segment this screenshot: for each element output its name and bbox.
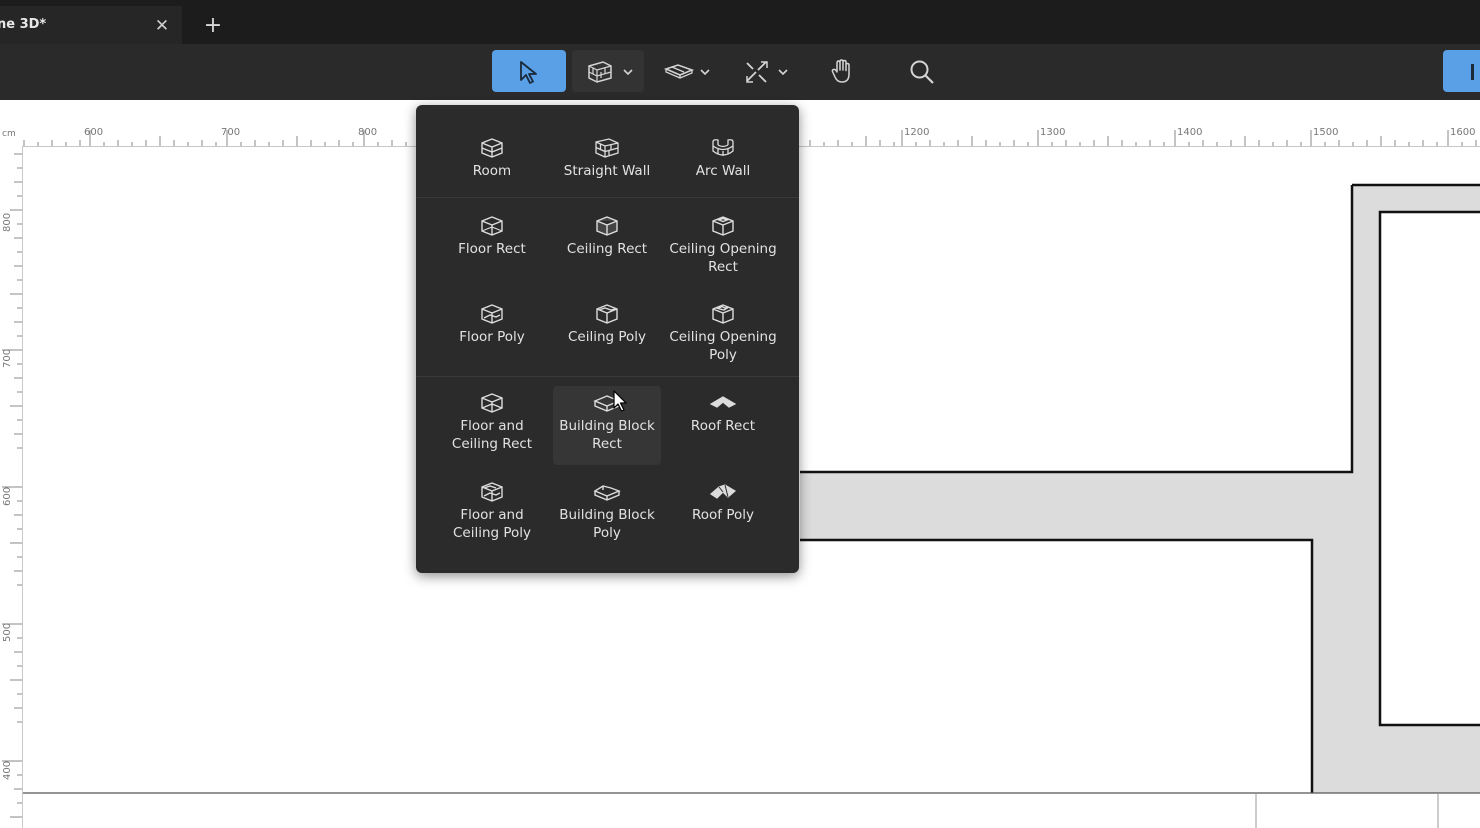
menu-item-ceiling-rect[interactable]: Ceiling Rect xyxy=(553,215,661,258)
menu-item-ceiling-poly[interactable]: Ceiling Poly xyxy=(553,303,661,346)
document-tab[interactable]: ne 3D* ✕ xyxy=(0,6,182,44)
building-block-poly-icon xyxy=(593,485,621,501)
ruler-label: 600 xyxy=(2,486,13,506)
menu-item-label: Ceiling Rect xyxy=(566,241,648,257)
arc-wall-icon xyxy=(712,139,734,156)
chevron-down-icon xyxy=(700,69,710,76)
menu-item-label: Straight Wall xyxy=(563,163,651,179)
floor-ceiling-poly-icon xyxy=(481,482,503,502)
menu-item-straight-wall[interactable]: Straight Wall xyxy=(553,137,661,180)
ceiling-rect-icon xyxy=(596,216,618,236)
menu-item-ceiling-opening-rect[interactable]: Ceiling Opening Rect xyxy=(669,215,777,276)
ruler-left: 800 700 600 500 400 xyxy=(0,146,23,828)
menu-item-building-block-poly[interactable]: Building Block Poly xyxy=(553,481,661,542)
menu-item-room[interactable]: Room xyxy=(438,137,546,180)
measure-icon xyxy=(746,61,768,83)
tab-title: ne 3D* xyxy=(0,17,47,32)
room-icon xyxy=(481,138,503,158)
chevron-down-icon xyxy=(623,69,633,76)
ruler-label: 1400 xyxy=(1177,127,1203,138)
wall-tool-button[interactable] xyxy=(572,50,644,92)
ruler-label: 700 xyxy=(221,127,241,138)
ruler-label: 700 xyxy=(2,348,13,368)
menu-item-label: Room xyxy=(472,163,512,179)
menu-item-arc-wall[interactable]: Arc Wall xyxy=(669,137,777,180)
menu-item-floor-ceiling-poly[interactable]: Floor and Ceiling Poly xyxy=(438,481,546,542)
menu-item-label: Floor Rect xyxy=(458,241,526,257)
menu-item-label: Roof Rect xyxy=(690,418,756,434)
menu-item-label: Roof Poly xyxy=(692,507,754,523)
menu-item-roof-poly[interactable]: Roof Poly xyxy=(669,481,777,524)
wall-icon xyxy=(588,61,612,83)
ruler-label: 400 xyxy=(2,760,13,780)
menu-item-ceiling-opening-poly[interactable]: Ceiling Opening Poly xyxy=(669,303,777,364)
ceiling-poly-icon xyxy=(596,304,618,324)
menu-item-floor-rect[interactable]: Floor Rect xyxy=(438,215,546,258)
toolbar xyxy=(0,44,1480,100)
menu-item-floor-poly[interactable]: Floor Poly xyxy=(438,303,546,346)
menu-item-label: Floor Poly xyxy=(459,329,525,345)
menu-item-label: Ceiling Opening Rect xyxy=(669,241,777,275)
ruler-label: 1200 xyxy=(904,127,930,138)
menu-separator xyxy=(416,376,799,377)
menu-item-label: Floor and Ceiling Rect xyxy=(451,418,533,452)
menu-separator xyxy=(416,197,799,198)
menu-item-building-block-rect[interactable]: Building Block Rect xyxy=(553,386,661,465)
chevron-down-icon xyxy=(778,69,788,76)
menu-item-floor-ceiling-rect[interactable]: Floor and Ceiling Rect xyxy=(438,392,546,453)
cursor-arrow-icon xyxy=(520,61,537,84)
app-window: ne 3D* ✕ + cm 600 700 800 1200 1300 1400… xyxy=(0,0,1480,828)
menu-item-label: Ceiling Poly xyxy=(567,329,647,345)
floor-rect-icon xyxy=(481,216,503,236)
ruler-label: 600 xyxy=(84,127,104,138)
close-icon[interactable]: ✕ xyxy=(151,15,173,37)
plus-icon[interactable]: + xyxy=(201,14,225,38)
roof-poly-icon xyxy=(710,484,737,499)
ceiling-opening-poly-icon xyxy=(712,304,734,324)
search-tool-button[interactable] xyxy=(898,50,946,92)
ruler-label: 1600 xyxy=(1450,127,1476,138)
ruler-label: 800 xyxy=(358,127,378,138)
ceiling-opening-rect-icon xyxy=(712,216,734,236)
menu-item-label: Floor and Ceiling Poly xyxy=(452,507,532,541)
panel-icon xyxy=(1471,64,1474,80)
hand-icon xyxy=(831,59,850,83)
select-tool-button[interactable] xyxy=(492,50,566,92)
floor-tool-button[interactable] xyxy=(656,50,722,92)
floor-icon xyxy=(664,64,694,79)
tab-bar: ne 3D* ✕ + xyxy=(0,0,1480,44)
ruler-label: 500 xyxy=(2,622,13,642)
roof-rect-icon xyxy=(709,396,737,408)
menu-item-label: Building Block Poly xyxy=(559,507,655,541)
floor-poly-icon xyxy=(481,304,503,324)
ruler-label: 1300 xyxy=(1040,127,1066,138)
mouse-cursor-icon xyxy=(613,390,627,412)
ruler-label: 1500 xyxy=(1313,127,1339,138)
floor-ceiling-rect-icon xyxy=(481,393,503,413)
menu-item-label: Building Block Rect xyxy=(559,418,655,452)
measure-tool-button[interactable] xyxy=(734,50,800,92)
ruler-unit: cm xyxy=(2,129,16,139)
search-icon xyxy=(910,60,934,84)
pan-tool-button[interactable] xyxy=(818,50,866,92)
menu-item-label: Arc Wall xyxy=(695,163,751,179)
straight-wall-icon xyxy=(595,138,619,158)
menu-item-label: Ceiling Opening Poly xyxy=(669,329,777,363)
menu-item-roof-rect[interactable]: Roof Rect xyxy=(669,392,777,435)
ruler-label: 800 xyxy=(2,212,13,232)
panel-toggle-button[interactable] xyxy=(1443,50,1480,92)
wall-tool-dropdown: Room Straight Wall Arc Wall Floor Rect C… xyxy=(416,105,799,573)
